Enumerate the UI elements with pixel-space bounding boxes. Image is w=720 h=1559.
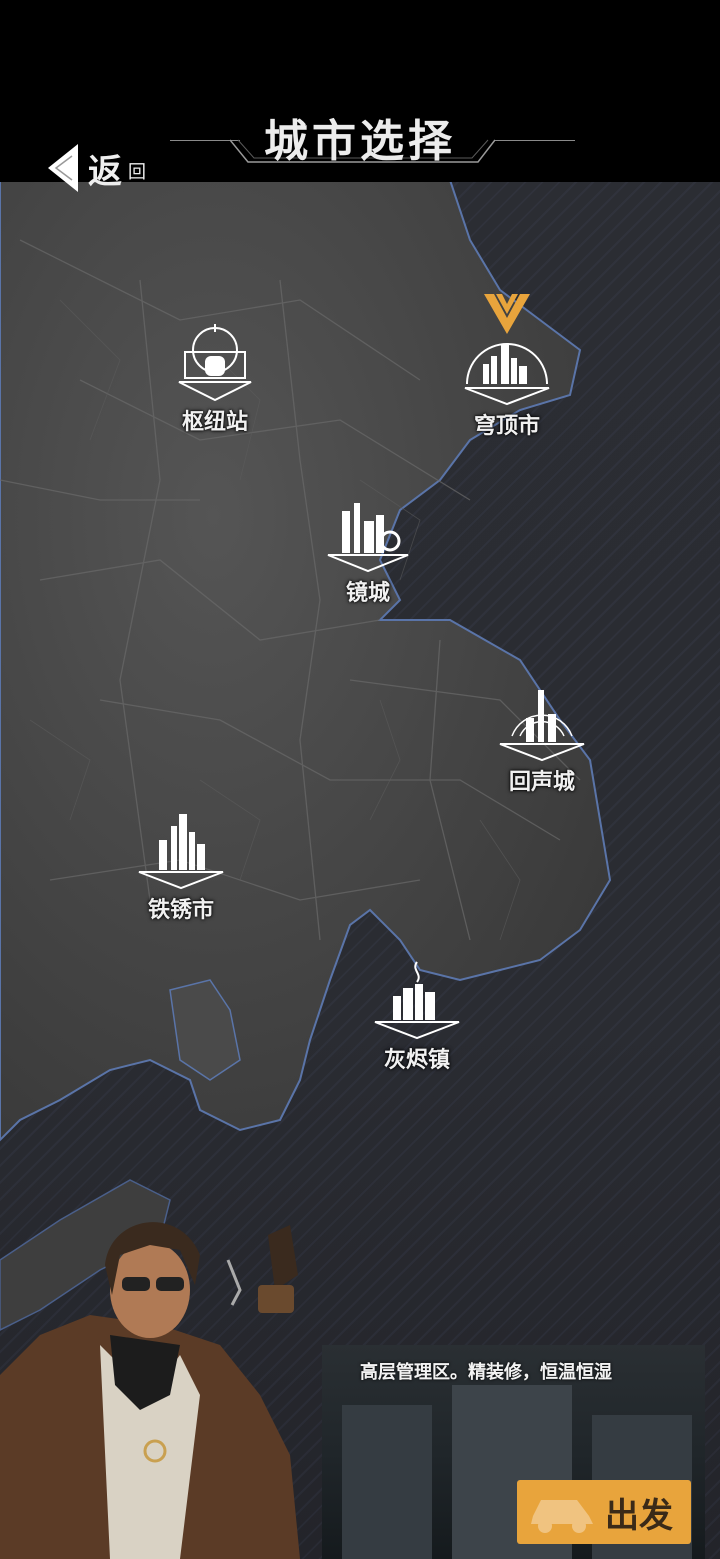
city-label-dome: 穹顶市 <box>473 413 540 439</box>
train-station-icon <box>178 324 252 402</box>
city-marker-dome[interactable]: 穹顶市 <box>447 334 567 440</box>
guide-character-portrait <box>0 1222 300 1559</box>
car-icon <box>531 1500 593 1533</box>
back-button-sublabel: 回 <box>128 162 146 183</box>
selected-city-marker-icon <box>484 294 530 334</box>
game-screen: 城市选择 返 回 枢纽站 穹顶市 镜城 回声城 铁锈市 灰烬镇 高层管理区。精装… <box>0 0 720 1559</box>
depart-button[interactable]: 出发 <box>517 1480 691 1544</box>
city-marker-ash[interactable]: 灰烬镇 <box>357 958 477 1074</box>
street-building-left <box>342 1405 432 1559</box>
city-label-ash: 灰烬镇 <box>383 1047 450 1073</box>
city-label-rust: 铁锈市 <box>147 897 214 923</box>
back-arrow-icon <box>48 144 78 192</box>
back-button-label: 返 <box>88 152 122 192</box>
ruined-city-icon <box>374 961 460 1040</box>
dome-city-icon <box>464 343 550 406</box>
skyscraper-city-icon <box>138 814 224 890</box>
city-marker-hub[interactable]: 枢纽站 <box>155 322 275 436</box>
city-label-hub: 枢纽站 <box>181 409 248 435</box>
header-bar: 城市选择 返 回 <box>0 0 720 192</box>
city-description: 高层管理区。精装修，恒温恒湿 <box>360 1362 612 1383</box>
back-button[interactable]: 返 回 <box>40 140 160 192</box>
factory-city-icon <box>327 503 409 573</box>
city-marker-echo[interactable]: 回声城 <box>482 684 602 796</box>
city-label-mirror: 镜城 <box>345 580 390 606</box>
city-marker-mirror[interactable]: 镜城 <box>308 495 428 607</box>
city-label-echo: 回声城 <box>508 769 575 795</box>
city-marker-rust[interactable]: 铁锈市 <box>121 812 241 924</box>
depart-button-label: 出发 <box>605 1496 673 1536</box>
radio-tower-city-icon <box>499 690 585 762</box>
